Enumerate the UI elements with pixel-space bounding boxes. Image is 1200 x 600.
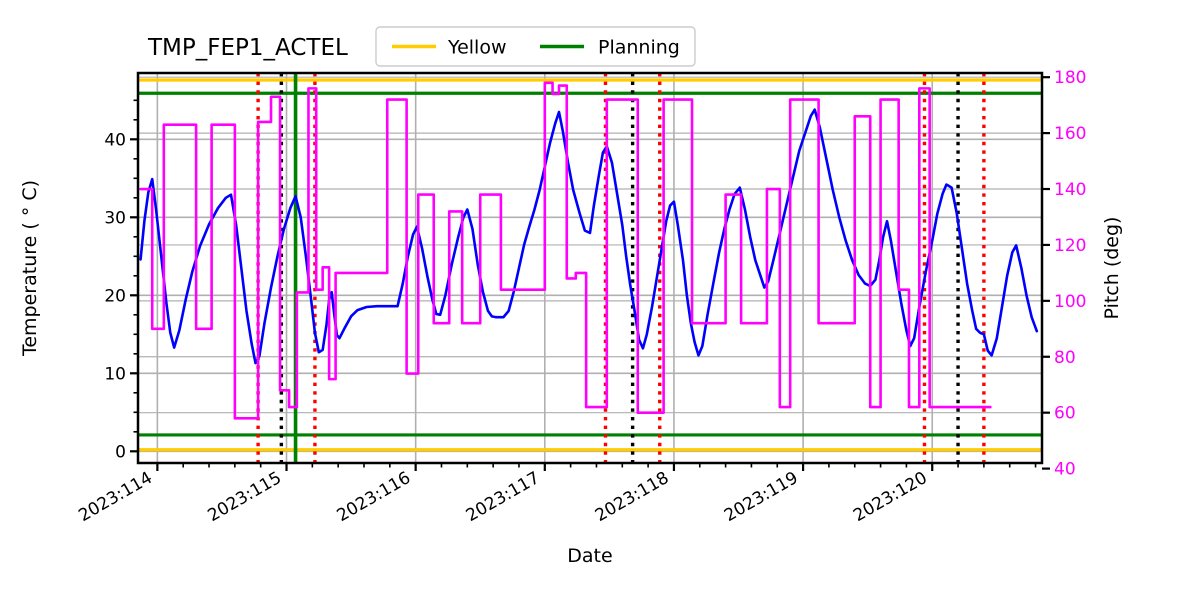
y-tick-label-right: 140: [1054, 180, 1086, 200]
y-tick-label-right: 80: [1054, 348, 1076, 368]
y-axis-label-right: Pitch (deg): [1101, 217, 1123, 320]
y-tick-label-right: 60: [1054, 404, 1076, 424]
legend-label-yellow: Yellow: [447, 37, 507, 59]
chart-legend[interactable]: Yellow Planning: [375, 26, 696, 67]
y-tick-label-right: 180: [1054, 68, 1086, 88]
legend-label-planning: Planning: [598, 37, 680, 59]
y-tick-label-right: 100: [1054, 292, 1086, 312]
y-tick-label-right: 120: [1054, 236, 1086, 256]
y-tick-label-left: 20: [104, 286, 126, 306]
y-axis-label-left: Temperature ( ° C): [19, 180, 41, 357]
y-tick-label-left: 10: [104, 364, 126, 384]
y-tick-label-left: 0: [115, 442, 126, 462]
chart-figure: 2023:114 2023:115 2023:116 2023:117 2023:118…: [0, 0, 1200, 600]
chart-title: TMP_FEP1_ACTEL: [147, 35, 348, 61]
y-tick-label-left: 40: [104, 130, 126, 150]
chart-canvas: 2023:114 2023:115 2023:116 2023:117 2023:118…: [0, 0, 1200, 600]
y-tick-label-right: 40: [1054, 460, 1076, 480]
y-tick-label-left: 30: [104, 208, 126, 228]
x-axis-label: Date: [567, 545, 612, 567]
y-tick-label-right: 160: [1054, 124, 1086, 144]
